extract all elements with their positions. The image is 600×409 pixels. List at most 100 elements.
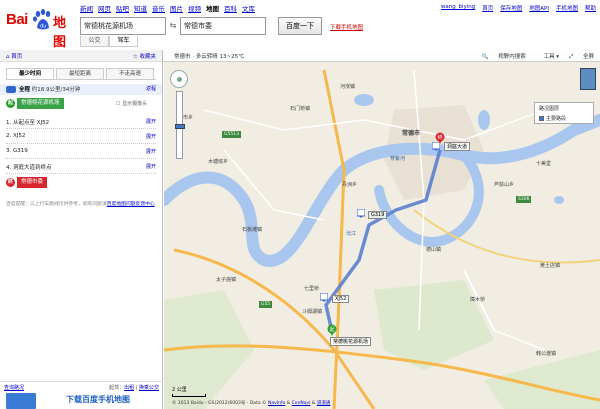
route-step[interactable]: 3. G319 展开 [6,144,156,159]
route-plan-tabs: 最少时间 最短距离 不走高速 [6,68,156,80]
start-pin-icon[interactable]: 起 [327,324,337,336]
user-name-link[interactable]: wang_biying [441,4,475,12]
route-point-icon[interactable] [320,293,328,302]
sidebar-home-link[interactable]: ⌂ 首页 [6,52,22,60]
to-input[interactable]: 常德市委 [180,17,266,35]
map-toolbar: 常德市 · 多云转晴 13~25℃ 🔍 视野内搜索 工具 ▾ ⤢ 全屏 [164,50,600,62]
tab-shortest-distance[interactable]: 最短距离 [56,68,104,79]
river-label: 穿紫河 [390,156,406,162]
car-icon [6,86,16,93]
route-point-icon[interactable] [357,209,365,218]
road-badge: G55 [259,301,273,308]
city-label: 常德市 [402,130,421,137]
river-label: 沅江 [346,231,357,237]
mode-tab-bus[interactable]: 公交 [80,36,109,47]
top-header: Bai du 地图 新闻 网页 贴吧 知道 音乐 图片 视频 地图 百科 文库 … [0,0,600,50]
feedback-link[interactable]: 百度地图问题反馈中心 [107,202,155,207]
layer-panel-title: 路况图层 [539,106,560,112]
download-mobile-map-link[interactable]: 下载手机地图 [330,23,363,31]
map-canvas[interactable]: 常德市 · 多云转晴 13~25℃ 🔍 视野内搜索 工具 ▾ ⤢ 全屏 路况图层… [164,50,600,409]
download-app-banner[interactable]: 下载百度手机地图 [66,394,130,405]
start-row: 起 常德桃花源机场 ☐ 显示摄像头 [0,98,162,110]
return-route-link[interactable]: 返程 [146,85,156,92]
map-nav-control [170,70,188,159]
svg-text:起: 起 [330,327,335,333]
city-label: 石门桥镇 [290,106,311,112]
satellite-toggle[interactable] [580,68,596,90]
daodaotong-link[interactable]: 道道通 [317,401,331,406]
tab-least-time[interactable]: 最少时间 [6,68,54,79]
baidu-paw-icon: du [33,9,51,30]
nav-web[interactable]: 网页 [98,4,111,14]
zoom-handle[interactable] [175,124,185,129]
svg-text:终: 终 [438,134,443,141]
route-summary: 全程 约18.9公里/34分钟 返程 [0,84,162,95]
nav-baike[interactable]: 百科 [224,4,237,14]
taxi-link[interactable]: 出租 [124,385,134,391]
cennavi-link[interactable]: CenNavi [292,401,311,406]
route-step[interactable]: 2. XJ52 展开 [6,129,156,144]
route-point-label: 洞庭大道 [444,142,471,151]
svg-text:du: du [40,24,46,30]
city-label: 石板滩镇 [242,227,263,233]
baidu-map-logo[interactable]: Bai du 地图 [6,9,72,50]
route-step[interactable]: 4. 洞庭大道到终点 展开 [6,159,156,174]
logo-text: Bai [6,11,28,28]
product-nav: 新闻 网页 贴吧 知道 音乐 图片 视频 地图 百科 文库 [80,4,260,14]
navinfo-link[interactable]: NavInfo [268,401,285,406]
route-step[interactable]: 1. 从起点至 XJ52 展开 [6,114,156,129]
pan-control[interactable] [170,70,188,88]
road-badge: S306 [516,196,532,203]
expand-link[interactable]: 展开 [146,148,156,155]
help-link[interactable]: 帮助 [585,4,596,12]
expand-link[interactable]: 展开 [146,133,156,140]
city-label: 木塘垸乡 [208,159,229,165]
save-map-link[interactable]: 保存地图 [500,4,522,12]
expand-link[interactable]: 展开 [146,163,156,170]
route-point-label: XJ52 [332,295,350,303]
search-in-view-button[interactable]: 🔍 视野内搜索 [482,54,526,60]
route-steps: 1. 从起点至 XJ52 展开 2. XJ52 展开 3. G319 展开 4.… [0,114,162,174]
traffic-query-link[interactable]: 查询路况 [4,384,24,391]
transport-mode-tabs: 公交 驾车 [80,36,138,47]
mode-tab-drive[interactable]: 驾车 [109,36,138,47]
swap-direction-icon[interactable]: ⇆ [168,19,178,33]
nav-wenku[interactable]: 文库 [242,4,255,14]
nav-music[interactable]: 音乐 [152,4,165,14]
home-link[interactable]: 首页 [482,4,493,12]
city-label: 十美堂 [536,161,552,167]
fullscreen-button[interactable]: ⤢ 全屏 [569,54,594,60]
tools-button[interactable]: 工具 ▾ [536,54,560,60]
route-sidebar: ⌂ 首页 ☆ 收藏夹 最少时间 最短距离 不走高速 全程 约18.9公里/34分… [0,50,163,409]
nav-images[interactable]: 图片 [170,4,183,14]
end-label[interactable]: 常德市委 [17,177,48,188]
nav-video[interactable]: 视频 [188,4,201,14]
start-marker-icon: 起 [6,99,15,108]
mobile-map-link[interactable]: 手机地图 [556,4,578,12]
favorites-link[interactable]: ☆ 收藏夹 [133,52,156,60]
end-pin-icon[interactable]: 终 [435,132,445,144]
major-roads-checkbox[interactable]: 主要路段 [539,115,566,122]
nav-news[interactable]: 新闻 [80,4,93,14]
map-tools: 🔍 视野内搜索 工具 ▾ ⤢ 全屏 [474,52,594,61]
city-label: 韩公渡镇 [536,351,557,357]
tab-avoid-highway[interactable]: 不走高速 [106,68,154,79]
start-label[interactable]: 常德桃花源机场 [17,98,64,109]
from-input[interactable]: 常德桃花源机场 [80,17,166,35]
end-marker-icon: 终 [6,178,15,187]
city-label: 河洑镇 [340,84,356,90]
route-summary-text: 全程 约18.9公里/34分钟 [19,87,81,93]
bus-transfer-link[interactable]: 换乘公交 [139,385,159,391]
show-camera-toggle[interactable]: ☐ 显示摄像头 [116,100,147,107]
search-button[interactable]: 百度一下 [278,17,322,35]
map-copyright: © 2013 Baidu - GS(2012)6003号 - Data © Na… [172,401,331,406]
map-scale: 2 公里 [172,386,206,397]
nav-tieba[interactable]: 贴吧 [116,4,129,14]
nav-map[interactable]: 地图 [206,4,219,14]
city-label: 太子庙镇 [216,277,237,283]
nav-zhidao[interactable]: 知道 [134,4,147,14]
zoom-slider[interactable] [175,91,185,159]
sidebar-footer: 查询路况 起驾：出租 | 换乘公交 下载百度手机地图 [0,381,163,409]
map-api-link[interactable]: 地图API [529,4,549,12]
expand-link[interactable]: 展开 [146,118,156,125]
